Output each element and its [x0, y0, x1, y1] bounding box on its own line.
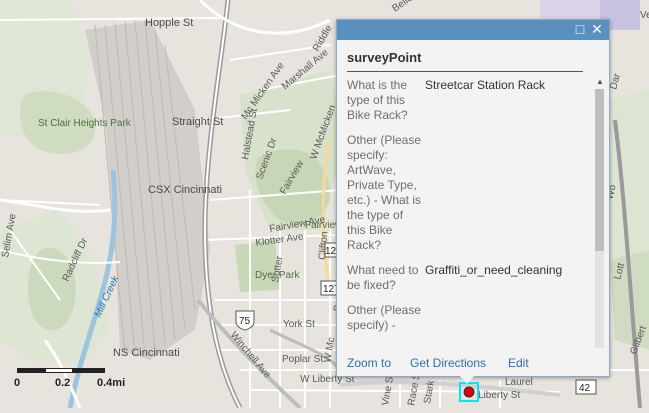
maximize-icon[interactable]: □	[573, 21, 587, 37]
scroll-thumb[interactable]	[595, 89, 604, 251]
attribute-row: Other (Please specify: ArtWave, Private …	[347, 133, 583, 263]
attribute-value: Graffiti_or_need_cleaning	[425, 263, 563, 277]
attribute-value: Streetcar Station Rack	[425, 78, 546, 92]
scale-segment	[73, 368, 105, 373]
close-icon[interactable]: ✕	[590, 21, 604, 37]
scroll-up-icon[interactable]: ▲	[596, 77, 604, 86]
place-label: CSX Cincinnati	[148, 184, 222, 196]
map-label: Straight St	[172, 116, 223, 128]
edit-link[interactable]: Edit	[508, 356, 529, 370]
attribute-label: Other (Please specify) -	[347, 303, 422, 332]
map-label: Poplar St	[282, 354, 323, 365]
map-label: Liberty St	[478, 390, 520, 401]
scale-label: 0.4mi	[97, 377, 126, 389]
park-label: St Clair Heights Park	[38, 118, 132, 129]
popup-pointer	[459, 375, 475, 384]
title-divider	[347, 71, 583, 72]
popup-content[interactable]: surveyPoint What is the type of this Bik…	[337, 40, 609, 348]
park-label: Dyer Park	[255, 270, 300, 281]
attribute-label: Other (Please specify: ArtWave, Private …	[347, 133, 422, 252]
scale-label: 0.2	[55, 377, 71, 389]
attribute-value	[425, 303, 583, 343]
attribute-value	[425, 133, 583, 263]
map-label: Laurel	[505, 377, 533, 388]
attribute-row: What need to be fixed? Graffiti_or_need_…	[347, 263, 583, 303]
popup-actions: Zoom to Get Directions Edit	[337, 348, 609, 376]
scale-segment	[45, 368, 73, 373]
popup-header: □ ✕	[337, 20, 609, 40]
interstate-shield: 75	[235, 310, 255, 331]
route-shield: 42	[575, 379, 597, 395]
attribute-row: What is the type of this Bike Rack? Stre…	[347, 78, 583, 133]
get-directions-link[interactable]: Get Directions	[410, 356, 486, 370]
scale-bar: 0 0.2 0.4mi	[14, 368, 125, 392]
map-label: Hopple St	[145, 17, 193, 29]
attribute-label: What is the type of this Bike Rack?	[347, 78, 408, 122]
svg-text:42: 42	[579, 383, 591, 394]
scale-label: 0	[14, 377, 21, 389]
feature-popup: □ ✕ surveyPoint What is the type of this…	[336, 19, 610, 377]
attribute-label: What need to be fixed?	[347, 263, 419, 292]
zoom-to-link[interactable]: Zoom to	[347, 356, 391, 370]
place-label: NS Cincinnati	[113, 347, 180, 359]
scale-segment	[17, 368, 45, 373]
popup-title: surveyPoint	[347, 50, 422, 65]
attribute-table: What is the type of this Bike Rack? Stre…	[347, 78, 583, 343]
popup-scrollbar[interactable]: ▲ ▼	[594, 77, 605, 348]
map-label: York St	[283, 319, 315, 330]
svg-text:75: 75	[239, 316, 251, 327]
attribute-row: Other (Please specify) -	[347, 303, 583, 343]
map-label: Ve	[640, 10, 649, 21]
